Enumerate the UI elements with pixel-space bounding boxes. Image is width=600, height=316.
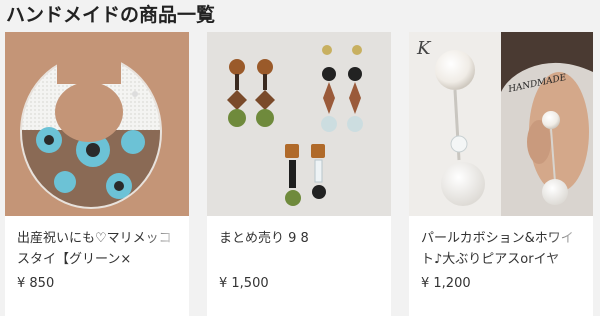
product-name[interactable]: まとめ売り 9 8 [219, 228, 383, 270]
product-list: 出産祝いにも♡マリメッコ スタイ【グリーン× ¥ 850 まとめ売り 9 8 ¥… [0, 32, 600, 316]
product-card[interactable]: K HANDMADE パールカボション&ホワイト♪大ぶりピアスorイヤ ¥ 1,… [409, 32, 593, 316]
product-price: ¥ 850 [17, 276, 55, 291]
product-card[interactable]: 出産祝いにも♡マリメッコ スタイ【グリーン× ¥ 850 [5, 32, 189, 316]
product-image[interactable] [5, 32, 189, 216]
section-title: ハンドメイドの商品一覧 [6, 4, 216, 26]
image-watermark-k: K [416, 38, 432, 59]
product-image[interactable] [207, 32, 391, 216]
product-image[interactable]: K HANDMADE [409, 32, 593, 216]
product-name[interactable]: パールカボション&ホワイト♪大ぶりピアスorイヤ [421, 228, 585, 270]
product-card[interactable]: まとめ売り 9 8 ¥ 1,500 [207, 32, 391, 316]
product-name[interactable]: 出産祝いにも♡マリメッコ スタイ【グリーン× [17, 228, 181, 270]
product-price: ¥ 1,200 [421, 276, 471, 291]
product-price: ¥ 1,500 [219, 276, 269, 291]
